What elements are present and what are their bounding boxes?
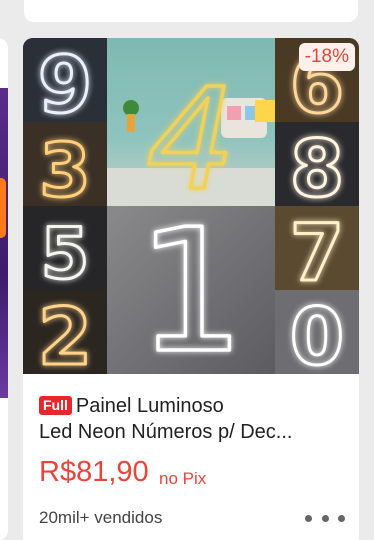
sold-count: 20mil+ vendidos [39,508,163,527]
previous-product-card[interactable] [24,0,358,22]
more-dot [305,514,312,522]
adjacent-product-card[interactable] [0,38,8,540]
neon-digit-0: 0 [290,293,344,374]
neon-digit-3: 3 [39,128,91,214]
adjacent-product-accent [0,178,6,238]
neon-digit-8: 8 [290,125,344,215]
more-dots-icon[interactable] [305,510,345,526]
product-card[interactable]: 9 3 5 2 4 1 6 8 7 0 -18% Full Painel Lumi… [23,38,359,540]
discount-badge: -18% [298,43,355,71]
adjacent-product-image [0,88,8,398]
product-title[interactable]: Full Painel Luminoso Led Neon Números p/ … [39,393,349,445]
product-price: R$81,90 [39,456,149,488]
full-badge: Full [39,396,72,415]
neon-digit-2: 2 [38,293,92,374]
product-title-line-1: Full Painel Luminoso [39,393,349,419]
more-dot [338,514,345,522]
more-dot [321,514,329,522]
neon-digit-1: 1 [137,193,245,374]
product-image[interactable]: 9 3 5 2 4 1 6 8 7 0 -18% [23,38,359,374]
product-title-line-2: Led Neon Números p/ Dec... [39,421,293,443]
price-payment-note: no Pix [159,469,207,488]
neon-digit-7: 7 [290,209,344,299]
title-line-1-text: Painel Luminoso [75,395,224,417]
neon-digit-9: 9 [38,41,92,131]
neon-digit-5: 5 [41,213,90,295]
